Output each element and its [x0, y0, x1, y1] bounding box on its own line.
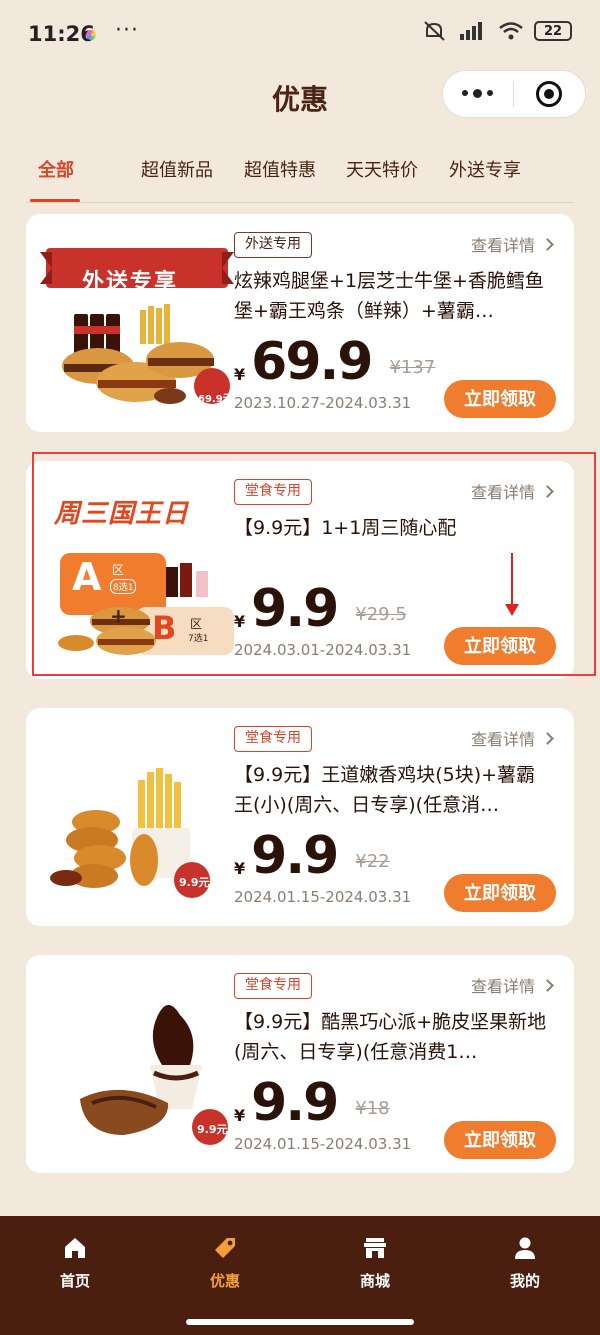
store-icon: [364, 1238, 386, 1258]
price-badge: 9.9元: [179, 876, 210, 889]
current-price: 9.9: [251, 826, 339, 886]
home-icon: [65, 1238, 85, 1258]
close-miniprogram-icon[interactable]: [514, 81, 586, 107]
coupon-title: 炫辣鸡腿堡+1层芝士牛堡+香脆鳕鱼堡+霸王鸡条（鲜辣）+薯霸…: [234, 270, 544, 322]
chevron-right-icon: [541, 978, 554, 992]
battery-indicator: 22: [534, 21, 572, 41]
view-details-label: 查看详情: [470, 977, 535, 996]
coupon-title: 【9.9元】酷黑巧心派+脆皮坚果新地 (周六、日专享)(任意消费1…: [234, 1011, 547, 1063]
nav-profile-label: 我的: [509, 1272, 540, 1290]
nav-home-label: 首页: [59, 1272, 90, 1290]
coupon-card[interactable]: 9.9元 堂食专用 查看详情 【9.9元】王道嫩香鸡块(5块)+薯霸王(小)(周…: [26, 708, 574, 926]
view-details-label: 查看详情: [470, 236, 535, 255]
product-image-nuggets-fries: 9.9元: [40, 728, 234, 906]
delivery-only-tag: 外送专用: [234, 232, 312, 258]
tab-all[interactable]: 全部: [30, 152, 80, 202]
home-indicator-bar[interactable]: [186, 1319, 414, 1325]
status-bar: 11:26 ··· 22: [0, 0, 600, 70]
annotation-arrow-head: [505, 604, 519, 616]
view-details-label: 查看详情: [470, 730, 535, 749]
mute-icon: [424, 21, 445, 41]
tab-delivery-exclusive[interactable]: 外送专享: [449, 152, 521, 202]
validity-date: 2024.01.15-2024.03.31: [234, 1135, 412, 1153]
nav-profile[interactable]: 我的: [450, 1234, 600, 1335]
coupon-card[interactable]: 外送专享 69.9元 外送专用 查看详情 炫辣鸡腿堡+1层芝士牛堡+香脆鳕鱼堡+…: [26, 214, 574, 432]
claim-button[interactable]: 立即领取: [444, 380, 556, 418]
tab-new-products[interactable]: 超值新品: [141, 152, 213, 202]
price-block: ¥ 9.9 ¥22: [234, 828, 390, 884]
price-block: ¥ 9.9 ¥18: [234, 1075, 390, 1131]
dine-in-only-tag: 堂食专用: [234, 726, 312, 752]
view-details-link[interactable]: 查看详情: [470, 726, 554, 750]
current-price: 9.9: [251, 1073, 339, 1133]
user-icon: [515, 1237, 535, 1259]
product-image-combo: 外送专享 69.9元: [40, 234, 234, 412]
tab-super-value[interactable]: 超值特惠: [244, 152, 316, 202]
annotation-arrow: [511, 553, 513, 607]
coupon-tag-icon: [215, 1238, 235, 1258]
current-price: 69.9: [251, 332, 373, 392]
category-tabs: 全部 超值新品 超值特惠 天天特价 外送专享: [30, 152, 570, 202]
validity-date: 2024.01.15-2024.03.31: [234, 888, 412, 906]
miniprogram-capsule: [442, 70, 586, 118]
status-time: 11:26: [28, 22, 95, 46]
nav-offers-label: 优惠: [209, 1272, 240, 1290]
status-indicators: 22: [422, 20, 572, 42]
bottom-navigation: 首页 优惠 商城 我的: [0, 1216, 600, 1335]
original-price: ¥22: [355, 851, 390, 872]
chevron-right-icon: [541, 731, 554, 745]
validity-date: 2023.10.27-2024.03.31: [234, 394, 412, 412]
claim-button[interactable]: 立即领取: [444, 1121, 556, 1159]
wifi-icon: [499, 22, 523, 40]
more-options-icon[interactable]: [443, 89, 513, 98]
currency-symbol: ¥: [234, 365, 246, 384]
claim-button[interactable]: 立即领取: [444, 874, 556, 912]
view-details-link[interactable]: 查看详情: [470, 973, 554, 997]
nav-home[interactable]: 首页: [0, 1234, 150, 1335]
coupon-card[interactable]: 9.9元 堂食专用 查看详情 【9.9元】酷黑巧心派+脆皮坚果新地 (周六、日专…: [26, 955, 574, 1173]
app-notification-icon: [86, 30, 96, 40]
status-more-dots: ···: [115, 18, 139, 43]
original-price: ¥137: [389, 357, 436, 378]
product-image-pie-sundae: 9.9元: [40, 975, 234, 1153]
currency-symbol: ¥: [234, 1106, 246, 1125]
tabs-divider: [26, 202, 574, 203]
currency-symbol: ¥: [234, 859, 246, 878]
view-details-link[interactable]: 查看详情: [470, 232, 554, 256]
tab-daily-special[interactable]: 天天特价: [346, 152, 418, 202]
price-block: ¥ 69.9 ¥137: [234, 334, 435, 390]
chevron-right-icon: [541, 237, 554, 251]
price-badge: 9.9元: [197, 1123, 228, 1136]
dine-in-only-tag: 堂食专用: [234, 973, 312, 999]
price-badge: 69.9元: [198, 394, 233, 405]
nav-mall-label: 商城: [359, 1272, 390, 1290]
original-price: ¥18: [355, 1098, 390, 1119]
coupon-title: 【9.9元】王道嫩香鸡块(5块)+薯霸王(小)(周六、日专享)(任意消…: [234, 764, 536, 816]
banner-text: 外送专享: [82, 270, 179, 295]
signal-icon: [460, 22, 482, 40]
